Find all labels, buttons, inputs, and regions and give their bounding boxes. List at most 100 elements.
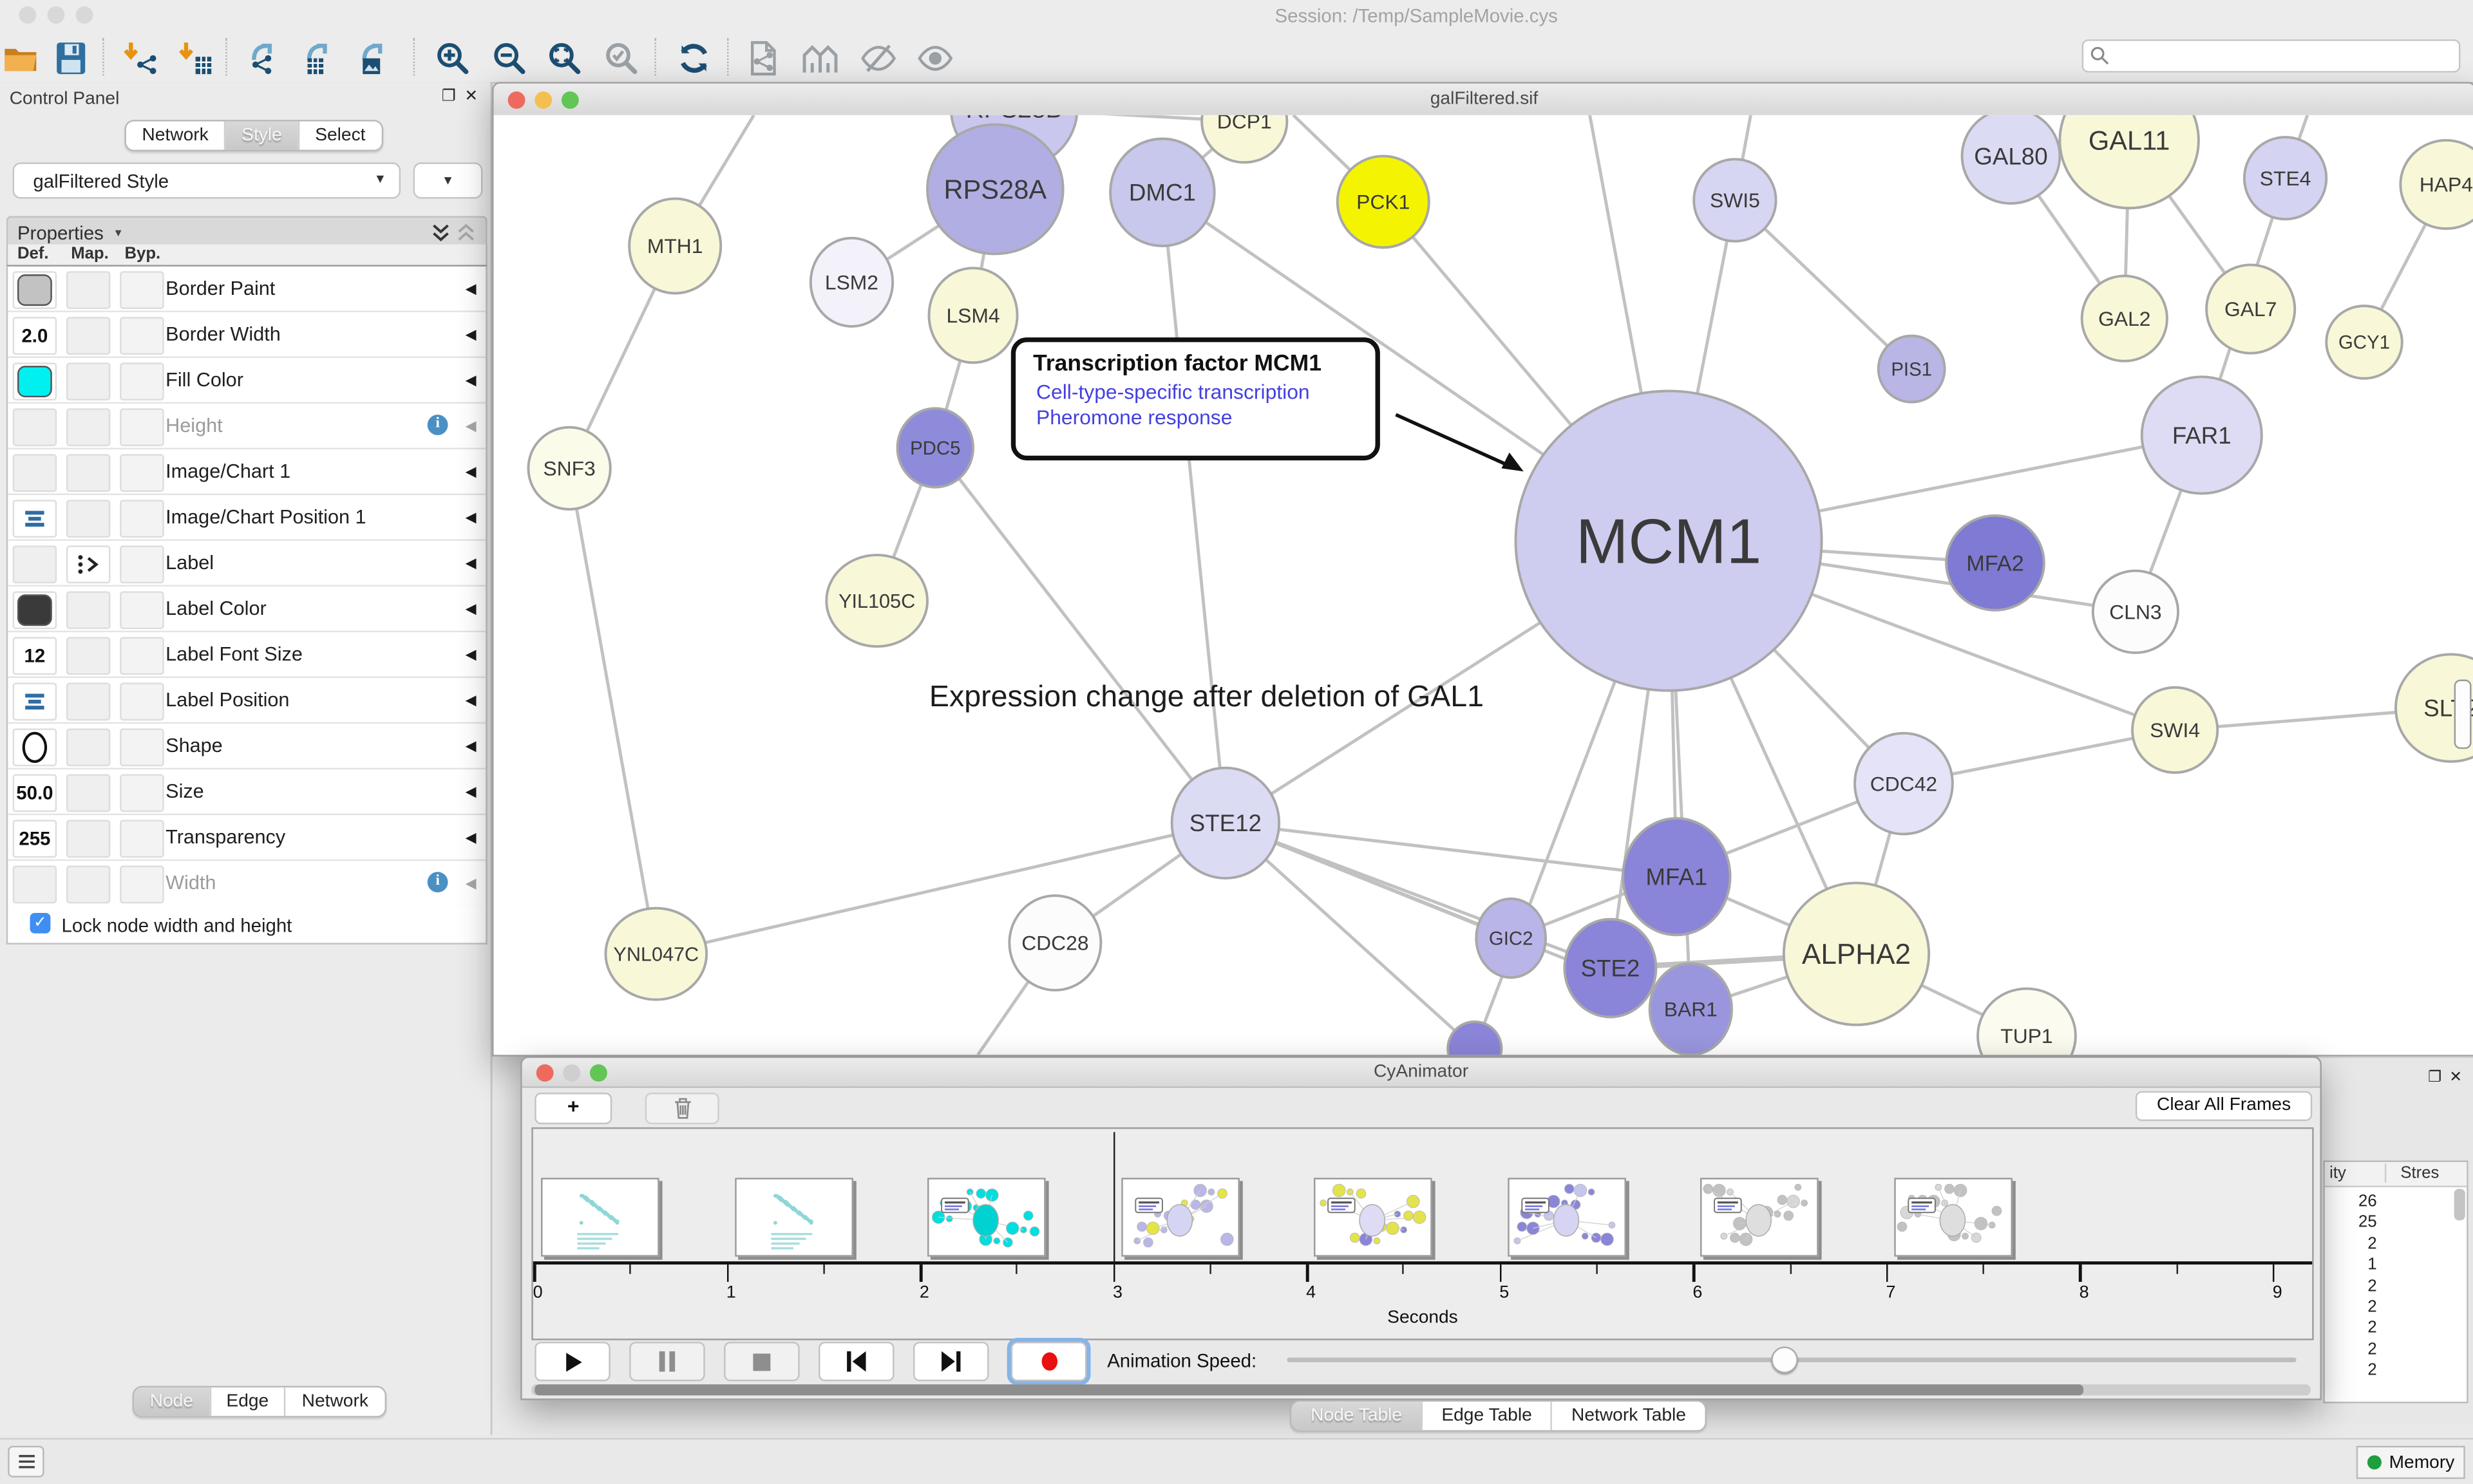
property-row-width[interactable]: Widthi◀ xyxy=(8,861,486,906)
network-node-cdc28[interactable]: CDC28 xyxy=(1009,896,1101,990)
property-def-cell[interactable] xyxy=(13,866,57,904)
property-byp-cell[interactable] xyxy=(120,408,164,446)
tab-edge-table[interactable]: Edge Table xyxy=(1421,1402,1551,1430)
network-node-ste2[interactable]: STE2 xyxy=(1564,919,1656,1017)
property-row-image-chart-position-1[interactable]: Image/Chart Position 1◀ xyxy=(8,495,486,541)
network-node-mfa2[interactable]: MFA2 xyxy=(1946,516,2044,610)
float-panel-icon[interactable]: ❐ xyxy=(442,90,456,106)
playhead[interactable] xyxy=(1113,1132,1115,1261)
property-map-cell[interactable] xyxy=(66,454,111,492)
import-table-icon[interactable] xyxy=(173,36,216,79)
property-row-shape[interactable]: Shape◀ xyxy=(8,724,486,769)
property-def-cell[interactable] xyxy=(13,591,57,629)
network-node-swi4[interactable]: SWI4 xyxy=(2132,688,2217,773)
property-row-transparency[interactable]: 255Transparency◀ xyxy=(8,815,486,861)
timeline-horizontal-scrollbar[interactable] xyxy=(531,1384,2310,1395)
pause-button[interactable] xyxy=(629,1342,705,1381)
tab-network[interactable]: Network xyxy=(285,1387,384,1416)
property-row-border-width[interactable]: 2.0Border Width◀ xyxy=(8,312,486,358)
network-node-mcm1[interactable]: MCM1 xyxy=(1515,391,1821,690)
network-node-pck1[interactable]: PCK1 xyxy=(1338,156,1429,247)
info-icon[interactable]: i xyxy=(428,872,448,892)
table-cell[interactable]: 2 xyxy=(2329,1319,2376,1337)
collapse-all-icon[interactable] xyxy=(456,222,477,243)
network-node-yil105c[interactable]: YIL105C xyxy=(826,555,927,646)
clear-all-frames-button[interactable]: Clear All Frames xyxy=(2136,1091,2312,1122)
property-row-image-chart-1[interactable]: Image/Chart 1◀ xyxy=(8,449,486,495)
property-def-cell[interactable]: 12 xyxy=(13,637,57,675)
network-node-gal80[interactable]: GAL80 xyxy=(1962,115,2060,203)
info-icon[interactable]: i xyxy=(428,415,448,435)
property-map-cell[interactable] xyxy=(66,637,111,675)
frame-2[interactable] xyxy=(734,1178,853,1256)
property-row-label[interactable]: Label◀ xyxy=(8,541,486,587)
network-node-ynl047c[interactable]: YNL047C xyxy=(605,908,706,1000)
property-byp-cell[interactable] xyxy=(120,500,164,538)
property-byp-cell[interactable] xyxy=(120,774,164,812)
annotation-link[interactable]: Cell-type-specific transcription xyxy=(1036,380,1310,404)
property-def-cell[interactable] xyxy=(13,454,57,492)
property-def-cell[interactable] xyxy=(13,408,57,446)
timeline[interactable]: 0123456789 Seconds xyxy=(531,1127,2313,1340)
node-table-header[interactable]: ity Stres xyxy=(2325,1162,2467,1187)
property-byp-cell[interactable] xyxy=(120,866,164,904)
property-row-border-paint[interactable]: Border Paint◀ xyxy=(8,267,486,312)
property-def-cell[interactable]: 50.0 xyxy=(13,774,57,812)
delete-frame-button[interactable] xyxy=(645,1093,719,1124)
scrollbar-thumb[interactable] xyxy=(535,1384,2083,1395)
network-node-ste4[interactable]: STE4 xyxy=(2244,137,2326,219)
property-byp-cell[interactable] xyxy=(120,591,164,629)
tab-node[interactable]: Node xyxy=(134,1387,209,1416)
properties-header[interactable]: Properties ▾ xyxy=(6,216,488,247)
expand-row-icon[interactable]: ◀ xyxy=(466,372,477,390)
stop-button[interactable] xyxy=(724,1342,800,1381)
expand-row-icon[interactable]: ◀ xyxy=(466,601,477,618)
expand-row-icon[interactable]: ◀ xyxy=(466,784,477,801)
frame-1[interactable] xyxy=(541,1178,659,1256)
expand-row-icon[interactable]: ◀ xyxy=(466,692,477,709)
add-frame-button[interactable]: + xyxy=(535,1093,612,1124)
open-folder-icon[interactable] xyxy=(0,36,41,79)
network-node-lsm2[interactable]: LSM2 xyxy=(811,238,893,326)
property-def-cell[interactable] xyxy=(13,728,57,766)
property-row-fill-color[interactable]: Fill Color◀ xyxy=(8,358,486,404)
expand-row-icon[interactable]: ◀ xyxy=(466,646,477,664)
export-image-icon[interactable] xyxy=(355,36,397,79)
zoom-out-icon[interactable] xyxy=(488,36,530,79)
network-node-swi5[interactable]: SWI5 xyxy=(1694,159,1776,241)
property-byp-cell[interactable] xyxy=(120,317,164,355)
network-node-dcp1[interactable]: DCP1 xyxy=(1202,115,1287,162)
expand-row-icon[interactable]: ◀ xyxy=(466,738,477,755)
network-node-gal7[interactable]: GAL7 xyxy=(2206,265,2295,353)
network-node-gcy1[interactable]: GCY1 xyxy=(2326,306,2402,379)
network-node-pdc5[interactable]: PDC5 xyxy=(897,408,973,487)
property-map-cell[interactable] xyxy=(66,728,111,766)
network-vertical-scrollbar[interactable] xyxy=(2454,680,2472,749)
table-cell[interactable]: 2 xyxy=(2329,1340,2376,1358)
skip-end-button[interactable] xyxy=(913,1342,989,1381)
expand-row-icon[interactable]: ◀ xyxy=(466,829,477,847)
tab-network[interactable]: Network xyxy=(126,122,224,150)
property-byp-cell[interactable] xyxy=(120,820,164,858)
expand-all-icon[interactable] xyxy=(431,222,451,243)
network-node-gic2[interactable]: GIC2 xyxy=(1476,899,1546,977)
property-byp-cell[interactable] xyxy=(120,454,164,492)
property-row-label-font-size[interactable]: 12Label Font Size◀ xyxy=(8,632,486,678)
network-node-gal11[interactable]: GAL11 xyxy=(2060,115,2199,208)
property-row-label-position[interactable]: Label Position◀ xyxy=(8,678,486,724)
property-map-cell[interactable] xyxy=(66,682,111,720)
table-cell[interactable]: 26 xyxy=(2329,1192,2376,1210)
property-def-cell[interactable]: 2.0 xyxy=(13,317,57,355)
table-scrollbar[interactable] xyxy=(2454,1189,2465,1221)
zoom-fit-icon[interactable] xyxy=(542,36,585,79)
tab-style[interactable]: Style xyxy=(224,122,298,150)
property-def-cell[interactable] xyxy=(13,362,57,400)
table-cell[interactable]: 2 xyxy=(2329,1361,2376,1380)
search-input[interactable] xyxy=(2115,42,2452,70)
annotation-link[interactable]: Pheromone response xyxy=(1036,405,1232,429)
tab-edge[interactable]: Edge xyxy=(209,1387,284,1416)
expand-row-icon[interactable]: ◀ xyxy=(466,464,477,481)
property-map-cell[interactable] xyxy=(66,820,111,858)
skip-start-button[interactable] xyxy=(819,1342,895,1381)
expand-row-icon[interactable]: ◀ xyxy=(466,509,477,527)
